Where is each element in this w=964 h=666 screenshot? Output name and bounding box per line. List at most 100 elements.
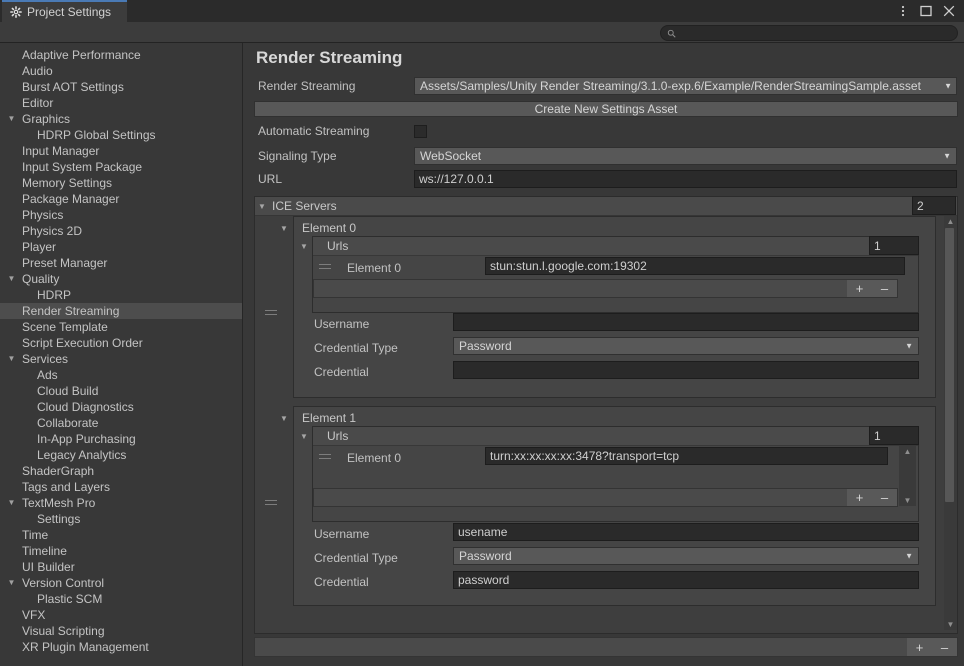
sidebar-item-ui-builder[interactable]: UI Builder (0, 559, 242, 575)
urls-size-input-element-1[interactable]: 1 (869, 426, 919, 445)
scroll-down-icon[interactable]: ▼ (944, 619, 957, 630)
sidebar-item-ads[interactable]: Ads (0, 367, 242, 383)
drag-handle-element-1[interactable] (265, 500, 277, 508)
maximize-icon[interactable] (919, 4, 933, 18)
sidebar-item-physics-2d[interactable]: Physics 2D (0, 223, 242, 239)
search-input[interactable] (660, 25, 958, 41)
tab-project-settings[interactable]: Project Settings (2, 0, 128, 22)
username-input-element-1[interactable]: usename (453, 523, 919, 541)
sidebar-item-hdrp[interactable]: HDRP (0, 287, 242, 303)
sidebar-item-label: Tags and Layers (22, 480, 111, 494)
sidebar-item-quality[interactable]: ▼ Quality (0, 271, 242, 287)
foldout-urls-element-0[interactable]: ▼ (300, 242, 310, 251)
ice-servers-remove-button[interactable]: – (932, 638, 957, 656)
urls-remove-button-element-1[interactable]: – (872, 489, 897, 506)
scroll-down-icon[interactable]: ▼ (899, 495, 916, 506)
credential-input-element-0[interactable] (453, 361, 919, 379)
sidebar-item-package-manager[interactable]: Package Manager (0, 191, 242, 207)
sidebar-item-shadergraph[interactable]: ShaderGraph (0, 463, 242, 479)
urls-add-button-element-0[interactable]: + (847, 280, 872, 297)
sidebar-item-collaborate[interactable]: Collaborate (0, 415, 242, 431)
sidebar-item-input-manager[interactable]: Input Manager (0, 143, 242, 159)
sidebar-item-physics[interactable]: Physics (0, 207, 242, 223)
credential-type-dropdown-element-1[interactable]: Password ▼ (453, 547, 919, 565)
kebab-menu-icon[interactable] (896, 4, 910, 18)
ice-servers-add-button[interactable]: + (907, 638, 932, 656)
sidebar-item-version-control[interactable]: ▼ Version Control (0, 575, 242, 591)
sidebar-item-vfx[interactable]: VFX (0, 607, 242, 623)
sidebar-item-timeline[interactable]: Timeline (0, 543, 242, 559)
foldout-element-0[interactable]: ▼ (280, 224, 290, 233)
foldout-triangle-icon[interactable]: ▼ (255, 202, 269, 211)
sidebar-item-visual-scripting[interactable]: Visual Scripting (0, 623, 242, 639)
ice-servers-header[interactable]: ▼ ICE Servers 2 (255, 196, 957, 216)
sidebar-item-input-system-package[interactable]: Input System Package (0, 159, 242, 175)
sidebar-item-hdrp-global-settings[interactable]: HDRP Global Settings (0, 127, 242, 143)
urls-add-button-element-1[interactable]: + (847, 489, 872, 506)
ice-servers-scrollbar[interactable]: ▲ ▼ (944, 216, 957, 630)
foldout-element-1[interactable]: ▼ (280, 414, 290, 423)
sidebar-item-adaptive-performance[interactable]: Adaptive Performance (0, 47, 242, 63)
url-value: ws://127.0.0.1 (419, 172, 494, 186)
scrollbar-thumb[interactable] (945, 228, 954, 502)
sidebar-item-graphics[interactable]: ▼ Graphics (0, 111, 242, 127)
sidebar-item-audio[interactable]: Audio (0, 63, 242, 79)
url-input[interactable]: ws://127.0.0.1 (414, 170, 957, 188)
sidebar-item-render-streaming[interactable]: Render Streaming (0, 303, 242, 319)
sidebar-item-plastic-scm[interactable]: Plastic SCM (0, 591, 242, 607)
sidebar-item-time[interactable]: Time (0, 527, 242, 543)
url-item-input-0-element-1[interactable]: turn:xx:xx:xx:xx:3478?transport=tcp (485, 447, 888, 465)
sidebar-item-editor[interactable]: Editor (0, 95, 242, 111)
foldout-urls-element-1[interactable]: ▼ (300, 432, 310, 441)
sidebar-item-preset-manager[interactable]: Preset Manager (0, 255, 242, 271)
sidebar-item-label: Version Control (22, 576, 105, 590)
scroll-up-icon[interactable]: ▲ (944, 216, 957, 227)
foldout-triangle-icon[interactable]: ▼ (6, 495, 17, 511)
urls-header-element-0[interactable]: Urls 1 (313, 236, 919, 256)
urls-size-input-element-0[interactable]: 1 (869, 236, 919, 255)
drag-handle-url-0-element-1[interactable] (319, 454, 331, 462)
scroll-up-icon[interactable]: ▲ (899, 446, 916, 457)
sidebar-item-player[interactable]: Player (0, 239, 242, 255)
url-item-input-0-element-0[interactable]: stun:stun.l.google.com:19302 (485, 257, 905, 275)
sidebar-item-script-execution-order[interactable]: Script Execution Order (0, 335, 242, 351)
urls-remove-button-element-0[interactable]: – (872, 280, 897, 297)
sidebar-item-cloud-build[interactable]: Cloud Build (0, 383, 242, 399)
gear-icon (10, 6, 22, 18)
sidebar-item-in-app-purchasing[interactable]: In-App Purchasing (0, 431, 242, 447)
sidebar-item-burst-aot-settings[interactable]: Burst AOT Settings (0, 79, 242, 95)
sidebar-item-label: ShaderGraph (22, 464, 95, 478)
credential-type-dropdown-element-0[interactable]: Password ▼ (453, 337, 919, 355)
ice-servers-size-input[interactable]: 2 (912, 196, 956, 215)
sidebar-item-memory-settings[interactable]: Memory Settings (0, 175, 242, 191)
sidebar-item-legacy-analytics[interactable]: Legacy Analytics (0, 447, 242, 463)
drag-handle-element-0[interactable] (265, 310, 277, 318)
search-icon (667, 29, 676, 38)
settings-category-sidebar[interactable]: Adaptive Performance Audio Burst AOT Setti… (0, 43, 243, 666)
sidebar-item-xr-plugin-management[interactable]: XR Plugin Management (0, 639, 242, 655)
foldout-triangle-icon[interactable]: ▼ (6, 111, 17, 127)
sidebar-item-scene-template[interactable]: Scene Template (0, 319, 242, 335)
urls-scrollbar-element-1[interactable]: ▲ ▼ (899, 446, 916, 506)
sidebar-item-label: Graphics (22, 112, 71, 126)
sidebar-item-cloud-diagnostics[interactable]: Cloud Diagnostics (0, 399, 242, 415)
foldout-triangle-icon[interactable]: ▼ (6, 575, 17, 591)
sidebar-item-settings[interactable]: Settings (0, 511, 242, 527)
foldout-triangle-icon[interactable]: ▼ (6, 271, 17, 287)
urls-header-element-1[interactable]: Urls 1 (313, 426, 919, 446)
render-streaming-asset-field[interactable]: Assets/Samples/Unity Render Streaming/3.… (414, 77, 957, 95)
sidebar-item-textmesh-pro[interactable]: ▼ TextMesh Pro (0, 495, 242, 511)
sidebar-item-label: Time (22, 528, 49, 542)
credential-input-element-1[interactable]: password (453, 571, 919, 589)
automatic-streaming-checkbox[interactable] (414, 124, 427, 138)
close-icon[interactable] (942, 4, 956, 18)
drag-handle-url-0-element-0[interactable] (319, 264, 331, 272)
urls-title-element-1: Urls (327, 429, 349, 443)
username-input-element-0[interactable] (453, 313, 919, 331)
signaling-type-dropdown[interactable]: WebSocket ▼ (414, 147, 957, 165)
create-new-settings-asset-button[interactable]: Create New Settings Asset (254, 101, 958, 117)
foldout-triangle-icon[interactable]: ▼ (6, 351, 17, 367)
sidebar-item-tags-and-layers[interactable]: Tags and Layers (0, 479, 242, 495)
urls-size-value-element-0: 1 (874, 238, 881, 253)
sidebar-item-services[interactable]: ▼ Services (0, 351, 242, 367)
